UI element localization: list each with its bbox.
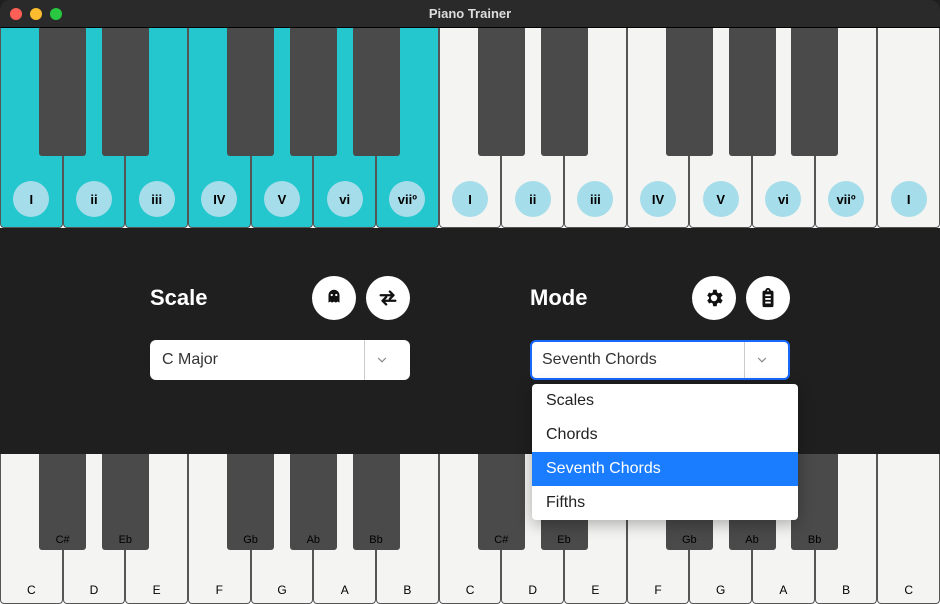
degree-badge: vi xyxy=(765,181,801,217)
degree-badge: V xyxy=(264,181,300,217)
black-key[interactable] xyxy=(39,28,86,156)
mode-option[interactable]: Scales xyxy=(532,384,798,418)
mode-option[interactable]: Seventh Chords xyxy=(532,452,798,486)
mode-select-value: Seventh Chords xyxy=(542,351,657,369)
close-icon[interactable] xyxy=(10,8,22,20)
note-label: D xyxy=(90,583,99,597)
black-key[interactable]: Ab xyxy=(290,454,337,550)
window-controls xyxy=(10,8,62,20)
note-label: B xyxy=(403,583,411,597)
mode-option[interactable]: Fifths xyxy=(532,486,798,520)
black-key[interactable] xyxy=(541,28,588,156)
window-title: Piano Trainer xyxy=(0,6,940,21)
note-label: G xyxy=(277,583,286,597)
note-label: F xyxy=(654,583,661,597)
scale-select[interactable]: C Major xyxy=(150,340,410,380)
mode-label: Mode xyxy=(530,285,587,311)
degree-badge: iii xyxy=(139,181,175,217)
mode-option[interactable]: Chords xyxy=(532,418,798,452)
clipboard-icon xyxy=(757,287,779,309)
black-key[interactable]: Bb xyxy=(353,454,400,550)
ghost-icon xyxy=(323,287,345,309)
shuffle-button[interactable] xyxy=(312,276,356,320)
black-key[interactable] xyxy=(290,28,337,156)
app-body: IiiiiiIVVviviiºIiiiiiIVVviviiºI Scale C … xyxy=(0,28,940,604)
black-key[interactable]: Eb xyxy=(102,454,149,550)
top-keyboard: IiiiiiIVVviviiºIiiiiiIVVviviiºI xyxy=(0,28,940,228)
white-key[interactable]: I xyxy=(877,28,940,228)
black-key[interactable] xyxy=(478,28,525,156)
chevron-down-icon xyxy=(744,342,778,378)
degree-badge: IV xyxy=(640,181,676,217)
note-label: C# xyxy=(494,534,508,546)
note-label: Ab xyxy=(745,534,758,546)
black-key[interactable]: C# xyxy=(478,454,525,550)
degree-badge: I xyxy=(13,181,49,217)
note-label: Eb xyxy=(557,534,570,546)
note-label: Bb xyxy=(808,534,821,546)
swap-icon xyxy=(377,287,399,309)
black-key[interactable]: C# xyxy=(39,454,86,550)
titlebar: Piano Trainer xyxy=(0,0,940,28)
degree-badge: viiº xyxy=(389,181,425,217)
note-label: F xyxy=(216,583,223,597)
black-key[interactable] xyxy=(791,28,838,156)
degree-badge: V xyxy=(703,181,739,217)
note-label: Ab xyxy=(307,534,320,546)
note-label: A xyxy=(341,583,349,597)
degree-badge: vi xyxy=(327,181,363,217)
controls-panel: Scale C Major Mode xyxy=(0,228,940,454)
degree-badge: IV xyxy=(201,181,237,217)
degree-badge: viiº xyxy=(828,181,864,217)
degree-badge: I xyxy=(452,181,488,217)
note-label: B xyxy=(842,583,850,597)
mode-dropdown: ScalesChordsSeventh ChordsFifths xyxy=(532,384,798,520)
quiz-button[interactable] xyxy=(746,276,790,320)
black-key[interactable] xyxy=(353,28,400,156)
note-label: E xyxy=(591,583,599,597)
note-label: G xyxy=(716,583,725,597)
scale-control: Scale C Major xyxy=(150,276,410,380)
black-key[interactable] xyxy=(102,28,149,156)
bottom-keyboard: C D E F G A B C D E F G A B C C# Eb Gb Ab Bb C# Eb Gb Ab Bb xyxy=(0,454,940,604)
note-label: Bb xyxy=(369,534,382,546)
black-key[interactable]: Bb xyxy=(791,454,838,550)
note-label: A xyxy=(779,583,787,597)
note-label: Gb xyxy=(682,534,697,546)
degree-badge: ii xyxy=(76,181,112,217)
scale-select-value: C Major xyxy=(162,351,218,369)
note-label: D xyxy=(528,583,537,597)
mode-control: Mode Seventh Chords ScalesChordsSeventh … xyxy=(530,276,790,380)
white-key[interactable]: C xyxy=(877,454,940,604)
maximize-icon[interactable] xyxy=(50,8,62,20)
note-label: C xyxy=(466,583,475,597)
degree-badge: ii xyxy=(515,181,551,217)
note-label: Eb xyxy=(119,534,132,546)
note-label: Gb xyxy=(243,534,258,546)
mode-select[interactable]: Seventh Chords ScalesChordsSeventh Chord… xyxy=(530,340,790,380)
degree-badge: I xyxy=(891,181,927,217)
chevron-down-icon xyxy=(364,340,398,380)
note-label: C# xyxy=(56,534,70,546)
black-key[interactable] xyxy=(227,28,274,156)
settings-button[interactable] xyxy=(692,276,736,320)
black-key[interactable] xyxy=(729,28,776,156)
degree-badge: iii xyxy=(577,181,613,217)
note-label: E xyxy=(153,583,161,597)
note-label: C xyxy=(904,583,913,597)
minimize-icon[interactable] xyxy=(30,8,42,20)
black-key[interactable]: Gb xyxy=(227,454,274,550)
swap-button[interactable] xyxy=(366,276,410,320)
gear-icon xyxy=(703,287,725,309)
black-key[interactable] xyxy=(666,28,713,156)
scale-label: Scale xyxy=(150,285,208,311)
note-label: C xyxy=(27,583,36,597)
